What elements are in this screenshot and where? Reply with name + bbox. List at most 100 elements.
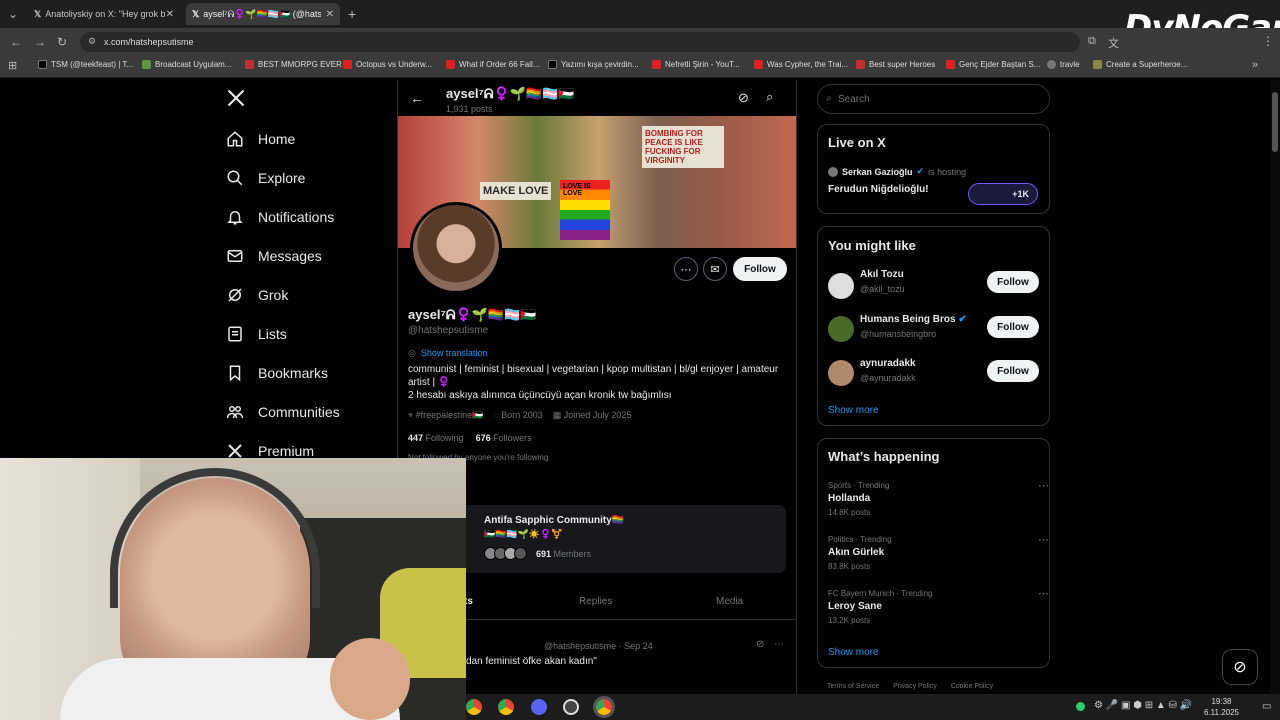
suggestion-row[interactable]: Humans Being Bros ✔ @humansbeingbro Foll… xyxy=(828,312,1039,348)
suggestion-row[interactable]: Akıl Tozu @akil_tozu Follow xyxy=(828,267,1039,303)
more-icon[interactable]: ⋯ xyxy=(1038,587,1049,600)
menu-icon[interactable]: ⋮ xyxy=(1262,34,1274,48)
nav-explore[interactable]: Explore xyxy=(226,169,305,187)
message-button[interactable]: ✉ xyxy=(703,257,727,281)
bookmark-item[interactable]: TSM (@teekfeast) | T... xyxy=(38,60,133,69)
bookmark-item[interactable]: Yazımı kışa çevirdin... xyxy=(548,60,639,69)
new-tab-icon[interactable]: + xyxy=(348,6,356,22)
bookmark-label: Best super Heroes xyxy=(869,60,936,69)
profile-avatar[interactable] xyxy=(410,202,502,294)
close-icon[interactable]: ✕ xyxy=(326,9,334,20)
address-bar[interactable]: ⚙ x.com/hatshepsutisme xyxy=(80,32,1080,52)
profile-handle: @hatshepsutisme xyxy=(408,325,489,336)
following-link[interactable]: 447 Following xyxy=(408,433,464,443)
bookmark-item[interactable]: Create a Superheroe... xyxy=(1093,60,1187,69)
page-scrollbar[interactable] xyxy=(1270,80,1280,694)
suggestion-row[interactable]: aynuradakk @aynuradakk Follow xyxy=(828,356,1039,392)
community-card[interactable]: Antifa Sapphic Community🏳️‍🌈 🇵🇸🏳️‍🌈🏳️‍⚧️… xyxy=(460,505,786,573)
bookmark-item[interactable]: Genç Ejder Baştan S... xyxy=(946,60,1040,69)
discord-icon[interactable] xyxy=(531,699,547,715)
profile-name: aysel⁷ᕱ♀️🌱🏳️‍🌈🏳️‍⚧️🇵🇸 xyxy=(408,307,537,322)
nav-messages[interactable]: Messages xyxy=(226,247,322,265)
install-icon[interactable]: ⧉ xyxy=(1088,35,1096,48)
follow-button[interactable]: Follow xyxy=(987,271,1039,293)
search-input[interactable]: ⌕ Search xyxy=(817,84,1050,114)
live-host-name: Serkan Gazioğlu xyxy=(842,166,913,177)
back-icon[interactable]: ← xyxy=(10,35,22,49)
notification-icon[interactable]: ▭ xyxy=(1262,701,1271,712)
terms-link[interactable]: Terms of Service xyxy=(827,683,879,690)
reload-icon[interactable]: ↻ xyxy=(57,35,67,49)
tab-anatoliyskiy[interactable]: 𝕏 Anatoliyskiy on X: "Hey grok bi ✕ xyxy=(28,3,180,25)
close-icon[interactable]: ✕ xyxy=(166,9,174,20)
grok-floating-button[interactable]: ⊘ xyxy=(1222,649,1258,685)
more-icon[interactable]: ⋯ xyxy=(774,639,784,650)
tab-media[interactable]: Media xyxy=(716,596,743,607)
grok-icon[interactable]: ⊘ xyxy=(756,639,764,650)
tray-icons[interactable]: ⚙ 🎤 ▣ ⬢ ⊞ ▲ ⛁ 🔊 xyxy=(1094,700,1192,711)
bookmark-item[interactable]: Best super Heroes xyxy=(856,60,935,69)
person-hand xyxy=(330,638,410,720)
chrome-icon[interactable] xyxy=(593,696,615,718)
post-text: dan feminist öfke akan kadın" xyxy=(466,656,597,667)
grok-analyze-icon[interactable]: ⊘ xyxy=(738,90,749,106)
chrome-icon[interactable] xyxy=(498,699,514,715)
followers-link[interactable]: 676 Followers xyxy=(476,433,532,443)
tab-list-icon[interactable]: ⌄ xyxy=(8,7,18,21)
nav-home[interactable]: Home xyxy=(226,130,295,148)
x-logo[interactable] xyxy=(226,88,246,108)
live-topic[interactable]: Ferudun Niğdelioğlu! xyxy=(828,184,929,195)
tab-profile[interactable]: 𝕏 aysel⁷ᕱ♀️🌱🏳️‍🌈🏳️‍⚧️🇵🇸 (@hatshe ✕ xyxy=(186,3,340,25)
bookmark-item[interactable]: Broadcast Uygulam... xyxy=(142,60,231,69)
bookmark-item[interactable]: travle xyxy=(1047,60,1080,69)
bookmark-item[interactable]: Was Cypher, the Trai... xyxy=(754,60,848,69)
tab-replies[interactable]: Replies xyxy=(579,596,612,607)
bookmarks-bar: ⊞ TSM (@teekfeast) | T... Broadcast Uygu… xyxy=(0,56,1280,78)
show-more-link[interactable]: Show more xyxy=(828,405,879,416)
trend-item[interactable]: Sports · Trending Hollanda 14.8K posts ⋯ xyxy=(828,480,1049,525)
more-bookmarks-icon[interactable]: » xyxy=(1252,59,1258,71)
nav-grok[interactable]: Grok xyxy=(226,286,288,304)
clock[interactable]: 19:38 6.11.2025 xyxy=(1204,696,1239,718)
status-icon[interactable] xyxy=(1076,702,1085,711)
bookmark-item[interactable]: Octopus vs Underw... xyxy=(343,60,432,69)
chrome-icon[interactable] xyxy=(466,699,482,715)
bookmark-item[interactable]: BEST MMORPG EVER xyxy=(245,60,342,69)
bookmark-item[interactable]: What if Order 66 Fail... xyxy=(446,60,539,69)
forward-icon[interactable]: → xyxy=(34,35,46,49)
bookmark-item[interactable]: Nefretli Şirin - YouT... xyxy=(652,60,740,69)
more-options-button[interactable]: ⋯ xyxy=(674,257,698,281)
scroll-thumb[interactable] xyxy=(1272,92,1278,152)
followers-count: 676 xyxy=(475,433,491,443)
members-label: Members xyxy=(553,549,592,559)
follow-button[interactable]: Follow xyxy=(733,257,787,281)
nav-communities[interactable]: Communities xyxy=(226,403,340,421)
back-arrow-icon[interactable]: ← xyxy=(410,90,424,106)
avatar xyxy=(828,316,854,342)
header-name: aysel⁷ᕱ♀️🌱🏳️‍🌈🏳️‍⚧️🇵🇸 xyxy=(446,86,575,101)
nav-lists[interactable]: Lists xyxy=(226,325,287,343)
trend-item[interactable]: FC Bayern Munich · Trending Leroy Sane 1… xyxy=(828,588,1049,633)
mail-icon: ✉ xyxy=(710,263,720,276)
live-listeners-pill[interactable]: +1K xyxy=(968,183,1038,205)
nav-bookmarks[interactable]: Bookmarks xyxy=(226,364,328,382)
follow-button[interactable]: Follow xyxy=(987,360,1039,382)
more-icon[interactable]: ⋯ xyxy=(1038,479,1049,492)
grok-icon: ⊘ xyxy=(1233,659,1247,676)
show-more-link[interactable]: Show more xyxy=(828,647,879,658)
show-translation-link[interactable]: ◎ Show translation xyxy=(408,348,487,359)
follow-button[interactable]: Follow xyxy=(987,316,1039,338)
nav-notifications[interactable]: Notifications xyxy=(226,208,334,226)
more-icon[interactable]: ⋯ xyxy=(1038,533,1049,546)
nav-label: Messages xyxy=(258,248,322,264)
trend-item[interactable]: Politics · Trending Akın Gürlek 83.8K po… xyxy=(828,534,1049,579)
calendar-icon: ▦ xyxy=(552,410,562,420)
obs-icon[interactable] xyxy=(563,699,579,715)
site-info-icon[interactable]: ⚙ xyxy=(88,36,96,47)
cookie-link[interactable]: Cookie Policy xyxy=(951,683,993,690)
search-icon[interactable]: ⌕ xyxy=(766,89,773,105)
apps-icon[interactable]: ⊞ xyxy=(8,59,17,72)
nav-label: Premium xyxy=(258,443,315,459)
translate-icon[interactable]: 文 xyxy=(1108,35,1119,51)
privacy-link[interactable]: Privacy Policy xyxy=(893,683,937,690)
